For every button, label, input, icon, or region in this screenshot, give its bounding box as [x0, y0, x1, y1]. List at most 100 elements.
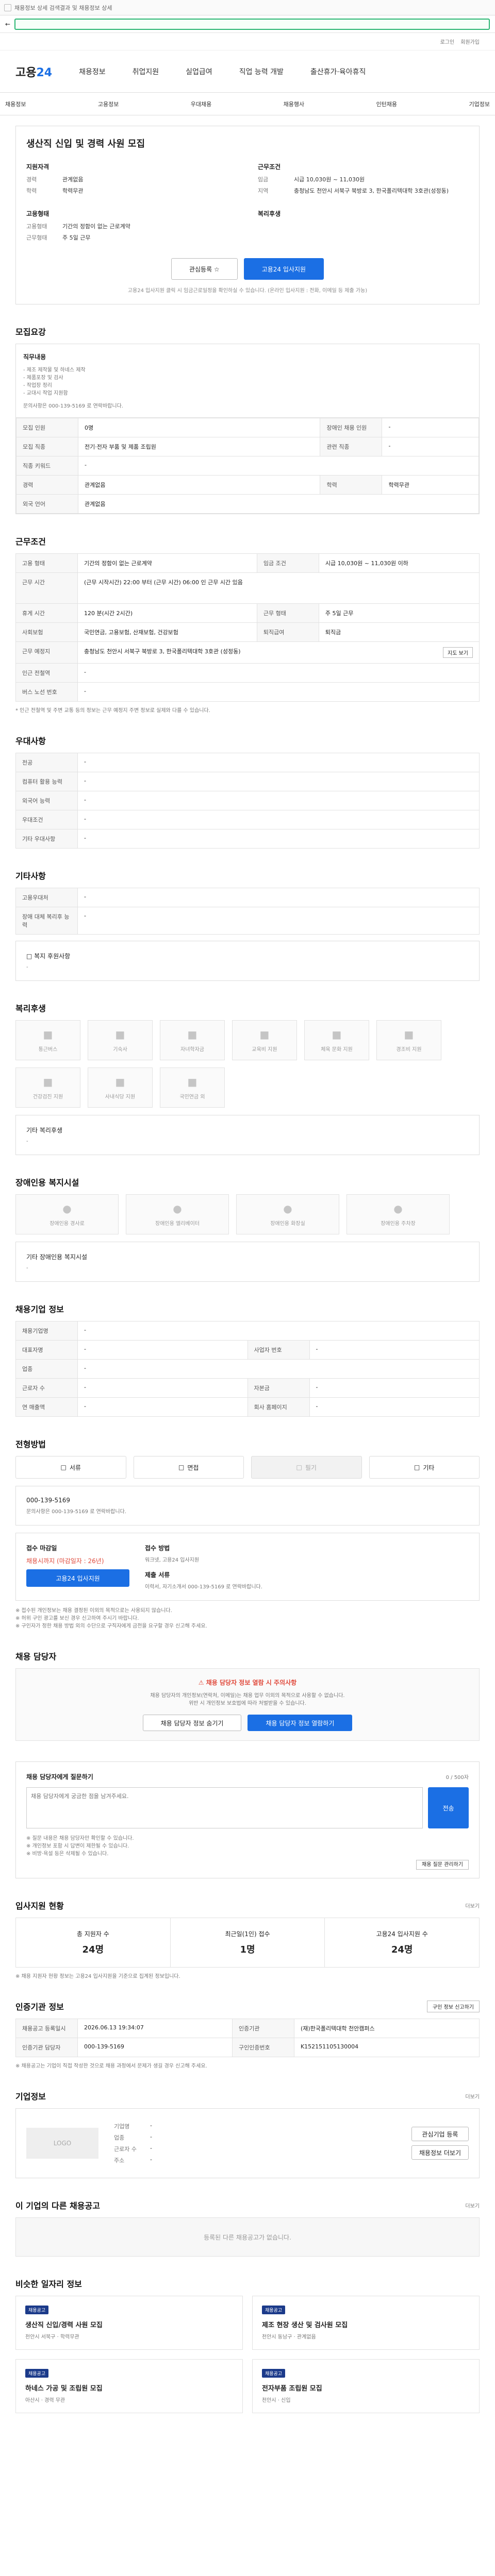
- welfare-label: 기숙사: [113, 1046, 127, 1053]
- subnav-item-company[interactable]: 기업정보: [469, 100, 489, 108]
- job-card-title[interactable]: 하네스 가공 및 조립원 모집: [25, 2383, 233, 2393]
- cell-key: 근무 형태: [256, 603, 319, 623]
- site-logo[interactable]: 고용24: [15, 63, 52, 80]
- cell-value: -: [77, 1378, 248, 1398]
- cell-key: 버스 노선 번호: [15, 682, 78, 702]
- cell-key: 인증기관: [232, 2019, 294, 2038]
- welfare-title: 복리후생: [15, 1004, 46, 1013]
- kv-key: 경력: [26, 176, 37, 183]
- inquiry-textarea[interactable]: [26, 1787, 423, 1828]
- cell-key: 퇴직급여: [256, 622, 319, 642]
- process-note: ※ 허위 구인 광고를 보신 경우 신고하여 주시기 바랍니다.: [15, 1616, 139, 1621]
- cell-value: 기간의 정함이 없는 근로계약: [77, 553, 257, 573]
- job-card-title[interactable]: 전자부품 조립원 모집: [262, 2383, 470, 2393]
- step-label: 필기: [305, 1464, 317, 1471]
- recruit-table: 모집 인원 0명 장애인 채용 인원 - 모집 직종 전기·전자 부품 및 제품 조립원…: [16, 418, 479, 514]
- process-apply-button[interactable]: 고용24 입사지원: [26, 1569, 129, 1587]
- facility-item: ● 장애인용 주차장: [346, 1194, 450, 1234]
- subnav-item-employment[interactable]: 고용정보: [98, 100, 119, 108]
- education-icon: ■: [259, 1028, 270, 1041]
- stat-item: 고용24 입사지원 수 24명: [325, 1918, 479, 1967]
- gnb-item-leave[interactable]: 출산휴가·육아휴직: [310, 66, 366, 77]
- similar-job-card[interactable]: 채용공고 하네스 가공 및 조립원 모집 아산시 · 경력 무관: [15, 2359, 243, 2413]
- house-icon: ■: [115, 1028, 125, 1041]
- inquiry-send-button[interactable]: 전송: [428, 1787, 469, 1828]
- recommend-more-link[interactable]: 더보기: [465, 2201, 480, 2209]
- cell-key: 외국 언어: [16, 494, 78, 514]
- process-note: ※ 구인자가 정한 채용 방법 외의 수단으로 구직자에게 금전을 요구할 경우…: [15, 1623, 207, 1629]
- similar-job-card[interactable]: 채용공고 제조 현장 생산 및 검사원 모집 천안시 동남구 · 관계없음: [252, 2296, 480, 2350]
- apply-button[interactable]: 고용24 입사지원: [243, 258, 324, 280]
- method-title: 접수 방법: [145, 1545, 170, 1552]
- company-title: 채용기업 정보: [15, 1304, 64, 1314]
- subnav-item-jobs[interactable]: 채용정보: [5, 100, 26, 108]
- back-icon[interactable]: ←: [5, 21, 10, 28]
- similar-title: 비슷한 일자리 정보: [15, 2279, 82, 2289]
- info-table: 채용공고 등록일시 2026.06.13 19:34:07 인증기관 (재)한국폴리텍…: [15, 2019, 480, 2057]
- job-card-title[interactable]: 생산직 신입/경력 사원 모집: [25, 2319, 233, 2329]
- cell-key: 인근 전철역: [15, 663, 78, 683]
- cell-key: 임금 조건: [256, 553, 319, 573]
- stat-value: 1명: [240, 1944, 255, 1955]
- kv-value: -: [150, 2122, 152, 2129]
- deadline-title: 접수 마감일: [26, 1545, 57, 1552]
- welfare-label: 교육비 지원: [252, 1046, 277, 1053]
- biz-interest-button[interactable]: 관심기업 등록: [411, 2127, 469, 2141]
- facility-item: ● 장애인용 엘리베이터: [126, 1194, 229, 1234]
- step-label: 서류: [69, 1464, 81, 1471]
- method-value: 워크넷, 고용24 입사지원: [145, 1557, 200, 1563]
- parking-icon: ●: [393, 1202, 403, 1215]
- gnb-item-training[interactable]: 직업 능력 개발: [239, 66, 284, 77]
- welfare-other: 기타 복리후생 -: [15, 1115, 480, 1155]
- interest-button[interactable]: 관심등록 ☆: [171, 258, 238, 280]
- cell-value: -: [77, 907, 480, 935]
- manager-title: 채용 담당자: [15, 1652, 57, 1662]
- job-card-title[interactable]: 제조 현장 생산 및 검사원 모집: [262, 2319, 470, 2329]
- similar-job-card[interactable]: 채용공고 생산직 신입/경력 사원 모집 천안시 서북구 · 학력무관: [15, 2296, 243, 2350]
- map-button[interactable]: 지도 보기: [443, 647, 473, 658]
- book-icon: ■: [187, 1028, 197, 1041]
- login-link[interactable]: 로그인: [440, 38, 455, 45]
- subnav-item-preferred[interactable]: 우대채용: [191, 100, 211, 108]
- cell-key: 구인인증번호: [232, 2038, 294, 2057]
- cell-key: 전공: [15, 753, 78, 772]
- tab-title[interactable]: 채용정보 상세 검색결과 및 채용정보 상세: [14, 4, 112, 12]
- other-extra-title: □ 복지 후원사항: [26, 953, 71, 960]
- preference-table: 전공 - 컴퓨터 활용 능력 - 외국어 능력 - 우대조건 - 기타 우대사항 -: [15, 753, 480, 849]
- process-contact-note: 문의사항은 000-139-5169 로 연락바랍니다.: [26, 1509, 126, 1515]
- cell-value: -: [77, 829, 480, 849]
- gnb-item-benefit[interactable]: 실업급여: [186, 66, 212, 77]
- condition-title: 근무조건: [258, 163, 281, 171]
- welfare-item: ■ 국민연금 외: [160, 1067, 225, 1108]
- gnb-item-support[interactable]: 취업지원: [133, 66, 159, 77]
- logo-main: 고용: [15, 66, 37, 79]
- welfare-item: ■ 통근버스: [15, 1020, 80, 1060]
- subnav-item-events[interactable]: 채용행사: [284, 100, 304, 108]
- other-table: 고용우대처 - 장애 대체 복리후 능력 -: [15, 888, 480, 935]
- cell-key: 연 매출액: [15, 1397, 78, 1417]
- subnav-item-intern[interactable]: 인턴채용: [376, 100, 397, 108]
- biz-jobs-button[interactable]: 채용정보 더보기: [411, 2145, 469, 2160]
- facility-label: 장애인용 주차장: [381, 1221, 416, 1227]
- cell-value: -: [77, 1359, 480, 1379]
- stats-title: 입사지원 현황: [15, 1901, 64, 1911]
- inquiry-manage-button[interactable]: 채용 질문 관리하기: [416, 1860, 469, 1870]
- stats-more-link[interactable]: 더보기: [465, 1902, 480, 1909]
- other-extra-value: -: [26, 964, 28, 970]
- similar-job-card[interactable]: 채용공고 전자부품 조립원 모집 천안시 · 신입: [252, 2359, 480, 2413]
- conditions-title: 근무조건: [15, 537, 46, 547]
- info-note: ※ 채용공고는 기업이 직접 작성한 것으로 채용 과정에서 문제가 생길 경우…: [15, 2063, 207, 2069]
- show-manager-button[interactable]: 채용 담당자 정보 열람하기: [248, 1715, 353, 1731]
- hide-manager-button[interactable]: 채용 담당자 정보 숨기기: [142, 1715, 242, 1731]
- join-link[interactable]: 회원가입: [460, 38, 480, 45]
- process-note: ※ 접수된 개인정보는 채용 결정된 이외의 목적으로는 사용되지 않습니다.: [15, 1608, 172, 1614]
- utility-bar: 로그인 회원가입: [0, 33, 495, 50]
- biz-more-link[interactable]: 더보기: [465, 2092, 480, 2100]
- welfare-item: ■ 자녀학자금: [160, 1020, 225, 1060]
- logo-sub: 24: [36, 66, 53, 79]
- report-button[interactable]: 구인 정보 신고하기: [427, 2000, 480, 2012]
- cell-key: 모집 인원: [16, 418, 78, 437]
- gnb-item-jobs[interactable]: 채용정보: [79, 66, 106, 77]
- manager-desc: 채용 담당자의 개인정보(연락처, 이메일)는 채용 업무 이외의 목적으로 사…: [150, 1693, 345, 1699]
- url-input[interactable]: [14, 18, 490, 30]
